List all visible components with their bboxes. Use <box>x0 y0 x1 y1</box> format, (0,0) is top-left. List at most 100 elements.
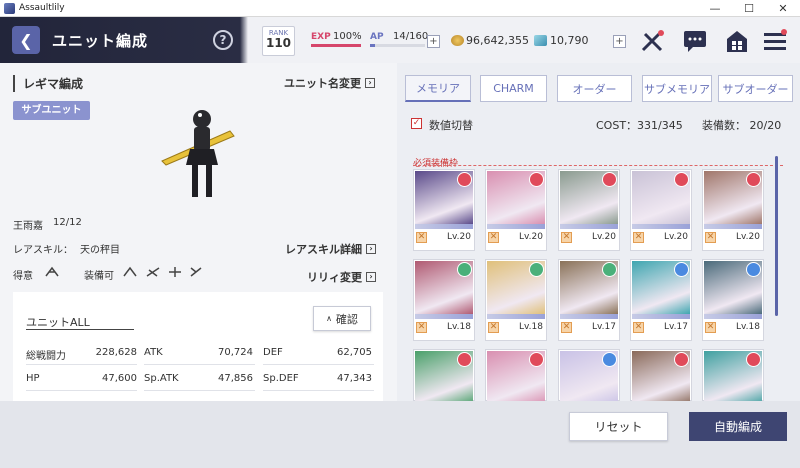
confirm-label: 確認 <box>335 312 358 326</box>
memoria-card[interactable]: ✕ Lv.20 <box>485 169 547 251</box>
stat-divider <box>263 390 374 391</box>
menu-icon[interactable] <box>762 28 788 54</box>
rarity-stars <box>415 314 473 319</box>
rename-unit-label: ユニット名変更 <box>284 77 361 90</box>
rarity-stars <box>560 314 618 319</box>
remove-icon[interactable]: ✕ <box>705 322 716 333</box>
memoria-card[interactable] <box>702 349 764 404</box>
rare-skill-detail-link[interactable]: レアスキル詳細 › <box>285 241 376 257</box>
tab-order[interactable]: オーダー <box>557 75 632 102</box>
tab-memoria[interactable]: メモリア <box>405 75 471 102</box>
memoria-card[interactable] <box>630 349 692 404</box>
memoria-level: Lv.17 <box>592 322 616 332</box>
rare-skill-value: 天の秤目 <box>80 245 120 256</box>
memoria-card[interactable]: ✕ Lv.20 <box>413 169 475 251</box>
reset-button[interactable]: リセット <box>569 412 668 441</box>
minimize-button[interactable]: — <box>698 0 732 17</box>
def-value: 62,705 <box>337 347 372 358</box>
equip-weapon-icon-3 <box>169 267 181 277</box>
memoria-card[interactable]: ✕ Lv.17 <box>558 259 620 341</box>
gold-value: 96,642,355 <box>466 34 529 47</box>
remove-icon[interactable]: ✕ <box>633 232 644 243</box>
rarity-stars <box>632 224 690 229</box>
rename-unit-link[interactable]: ユニット名変更 › <box>284 75 375 91</box>
sp-atk-value: 47,856 <box>218 373 253 384</box>
character-figure <box>160 105 250 205</box>
section-title: レギマ編成 <box>13 75 83 92</box>
weapon-icon[interactable] <box>639 28 665 54</box>
stat-divider <box>26 390 137 391</box>
rare-skill-label: レアスキル： <box>13 245 73 256</box>
remove-icon[interactable]: ✕ <box>561 322 572 333</box>
memoria-card[interactable]: ✕ Lv.17 <box>630 259 692 341</box>
ap-plus-button[interactable]: + <box>427 35 440 48</box>
tab-sub-memoria[interactable]: サブメモリア <box>642 75 712 102</box>
gem-plus-button[interactable]: + <box>613 35 626 48</box>
memoria-level: Lv.20 <box>519 232 543 242</box>
gem-icon <box>534 35 547 46</box>
memoria-card[interactable] <box>413 349 475 404</box>
remove-icon[interactable]: ✕ <box>561 232 572 243</box>
memoria-card[interactable] <box>485 349 547 404</box>
window-title: Assaultlily <box>19 3 65 13</box>
element-icon <box>602 352 617 367</box>
gem-value: 10,790 <box>550 34 589 47</box>
lily-change-link[interactable]: リリィ変更 › <box>307 269 376 285</box>
close-window-button[interactable]: ✕ <box>766 0 800 17</box>
memoria-level: Lv.18 <box>447 322 471 332</box>
required-slot-divider <box>413 165 783 166</box>
help-button[interactable]: ? <box>213 30 233 50</box>
tab-charm[interactable]: CHARM <box>480 75 547 102</box>
memoria-card[interactable]: ✕ Lv.20 <box>630 169 692 251</box>
confirm-button[interactable]: ∧ 確認 <box>313 306 371 331</box>
element-icon <box>746 352 761 367</box>
element-icon <box>457 352 472 367</box>
remove-icon[interactable]: ✕ <box>416 232 427 243</box>
remove-icon[interactable]: ✕ <box>705 232 716 243</box>
memoria-card[interactable]: ✕ Lv.20 <box>558 169 620 251</box>
memoria-card[interactable]: ✕ Lv.18 <box>702 259 764 341</box>
memoria-card[interactable]: ✕ Lv.18 <box>413 259 475 341</box>
element-icon <box>457 172 472 187</box>
chevron-right-icon: › <box>365 78 375 88</box>
numeric-toggle-checkbox[interactable]: ✓ <box>411 118 422 129</box>
rarity-stars <box>487 224 545 229</box>
chevron-left-icon: ❮ <box>19 30 33 50</box>
rarity-stars <box>487 314 545 319</box>
tab-sub-order[interactable]: サブオーダー <box>718 75 793 102</box>
equip-weapon-icon-4 <box>190 267 202 277</box>
memoria-card[interactable]: ✕ Lv.18 <box>485 259 547 341</box>
ap-bar <box>370 44 425 47</box>
memoria-level: Lv.17 <box>664 322 688 332</box>
memoria-scrollbar[interactable] <box>775 156 778 316</box>
element-icon <box>529 352 544 367</box>
memoria-level: Lv.20 <box>447 232 471 242</box>
auto-formation-button[interactable]: 自動編成 <box>689 412 787 441</box>
rank-value: 110 <box>265 36 292 50</box>
memoria-card[interactable] <box>558 349 620 404</box>
back-button[interactable]: ❮ <box>12 26 40 54</box>
character-name: 王雨嘉 <box>13 221 43 232</box>
remove-icon[interactable]: ✕ <box>633 322 644 333</box>
memoria-card[interactable]: ✕ Lv.20 <box>702 169 764 251</box>
stat-divider <box>26 364 137 365</box>
strength-label: 得意 <box>13 271 33 282</box>
rarity-stars <box>704 224 762 229</box>
element-icon <box>746 262 761 277</box>
def-label: DEF <box>263 347 283 358</box>
maximize-button[interactable]: ☐ <box>732 0 766 17</box>
cost-display: COST：331/345 <box>596 119 683 132</box>
remove-icon[interactable]: ✕ <box>488 232 499 243</box>
chat-icon[interactable] <box>682 28 708 54</box>
chevron-right-icon: › <box>366 244 376 254</box>
home-icon[interactable] <box>724 28 750 54</box>
unit-all-underline <box>26 329 134 330</box>
remove-icon[interactable]: ✕ <box>488 322 499 333</box>
hp-label: HP <box>26 373 40 384</box>
sub-unit-tag[interactable]: サブユニット <box>13 101 90 120</box>
element-icon <box>529 172 544 187</box>
element-icon <box>457 262 472 277</box>
numeric-toggle-label: 数値切替 <box>429 119 473 132</box>
remove-icon[interactable]: ✕ <box>416 322 427 333</box>
equip-weapon-icon-1 <box>123 266 137 277</box>
